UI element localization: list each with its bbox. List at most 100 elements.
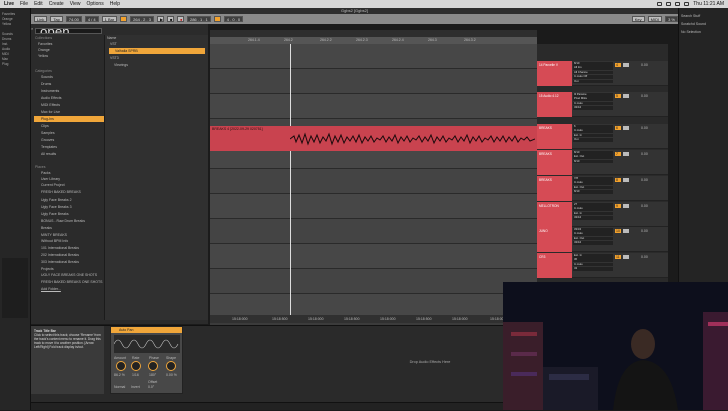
menu-help[interactable]: Help — [110, 1, 120, 7]
sidebar-item-instruments[interactable]: Instruments — [41, 89, 59, 93]
track-title[interactable]: 15 Audio 4.12 — [537, 92, 572, 117]
volume-value[interactable]: 0.00 — [641, 204, 648, 208]
track-header[interactable]: JUNO 33/34 In Auto Ext. Out 43/44 10 0.0… — [537, 227, 668, 252]
loop-length-field[interactable]: 4 . 0 . 0 — [223, 16, 244, 22]
add-folder-link[interactable]: Add Folder... — [41, 287, 61, 291]
sidebar-item-orange[interactable]: Orange — [38, 48, 50, 52]
io-field[interactable]: 8/10 — [573, 159, 613, 164]
io-field[interactable]: Ext. In — [573, 253, 613, 258]
sidebar-item-grooves[interactable]: Grooves — [41, 138, 54, 142]
sidebar-item-place[interactable]: 101 International Breaks — [41, 246, 79, 250]
play-button[interactable]: ▶ — [156, 16, 164, 22]
midi-map-button[interactable]: MIDI — [647, 16, 663, 22]
volume-value[interactable]: 0.00 — [641, 255, 648, 259]
link-button[interactable]: Link — [34, 16, 48, 22]
io-field[interactable]: 43/44 — [573, 216, 613, 220]
sidebar-item-place[interactable]: Ugly Face Breaks — [41, 212, 69, 216]
track-lane[interactable] — [210, 44, 537, 69]
volume-value[interactable]: 0.00 — [641, 229, 648, 233]
sidebar-item-plugins[interactable]: Plug-Ins — [34, 116, 104, 122]
sidebar-item-max-for-live[interactable]: Max for Live — [41, 110, 60, 114]
track-title[interactable]: JUNO — [537, 227, 572, 252]
menu-app[interactable]: Live — [4, 1, 14, 7]
list-item[interactable]: Inst. — [2, 42, 8, 46]
record-button[interactable]: ● — [176, 16, 184, 22]
sidebar-item-place[interactable]: Packs — [41, 171, 51, 175]
search-input[interactable] — [35, 28, 102, 34]
sidebar-item-place[interactable]: MINTY BREAKS — [41, 233, 67, 237]
tap-button[interactable]: Tap — [50, 16, 63, 22]
menu-view[interactable]: View — [70, 1, 81, 7]
sidebar-item-place[interactable]: FRESH BAKED BREAKS ONE SHOTS — [41, 280, 102, 284]
solo-button[interactable] — [623, 152, 629, 156]
sidebar-item-place[interactable]: Ugly Face Breaks 3 — [41, 205, 72, 209]
sidebar-item-clips[interactable]: Clips — [41, 124, 49, 128]
position-field[interactable]: 264 . 2 . 3 — [130, 16, 154, 22]
io-field[interactable]: In Auto — [573, 262, 613, 267]
list-item[interactable]: Sounds — [2, 32, 13, 36]
sidebar-item-favorites[interactable]: Favorites — [38, 42, 52, 46]
track-lane[interactable] — [210, 94, 537, 119]
track-header[interactable]: BREAKS 8/10 Ext. Out 8/10 7 0.00 — [537, 150, 668, 175]
list-item[interactable]: No Selection — [681, 30, 701, 34]
volume-value[interactable]: 0.00 — [641, 63, 648, 67]
sidebar-item-place[interactable]: UGLY FACE BREAKS ONE SHOTS — [41, 273, 97, 277]
sidebar-item-sounds[interactable]: Sounds — [41, 75, 53, 79]
device-title[interactable]: Auto Pan — [111, 327, 182, 333]
beat-ruler[interactable]: 264.1.4 264.2 264.2.2 264.2.3 264.2.4 26… — [210, 37, 537, 44]
list-item[interactable]: MIDI — [2, 52, 9, 56]
list-item[interactable]: Yellow — [2, 22, 11, 26]
arrangement-view[interactable] — [210, 30, 537, 325]
sidebar-item-place[interactable]: Without BPM Info — [41, 239, 68, 243]
sidebar-item-audio-effects[interactable]: Audio Effects — [41, 96, 62, 100]
track-header[interactable]: CR3 Ext. In 36 In Auto 43 11 0.00 — [537, 253, 668, 278]
param-value[interactable]: 1/16 — [132, 373, 139, 377]
track-lane[interactable] — [210, 219, 537, 244]
tempo-field[interactable]: 74.00 — [65, 16, 82, 22]
volume-value[interactable]: 0.00 — [641, 126, 648, 130]
menu-options[interactable]: Options — [86, 1, 103, 7]
mode-normal[interactable]: Normal — [114, 385, 125, 389]
solo-button[interactable] — [623, 126, 629, 130]
sidebar-item-place[interactable]: BONUS - Raw Drum Breaks — [41, 219, 85, 223]
device-auto-pan[interactable]: Auto Pan Amount Rate Phase Shape 86.2 % … — [110, 326, 183, 394]
solo-button[interactable] — [623, 255, 629, 259]
solo-button[interactable] — [623, 204, 629, 208]
sidebar-item-place[interactable]: User Library — [41, 177, 60, 181]
signature-field[interactable]: 4 / 4 — [84, 16, 99, 22]
menu-create[interactable]: Create — [49, 1, 64, 7]
io-field[interactable]: 43/44 — [573, 106, 613, 110]
audio-clip[interactable]: BREAKS 4 [2022-09-29 020751] — [210, 126, 537, 151]
sidebar-item-place[interactable]: 202 International Breaks — [41, 253, 79, 257]
shape-knob[interactable] — [166, 361, 176, 371]
param-value[interactable]: 0.00 % — [166, 373, 177, 377]
loop-start-field[interactable]: 286 . 1 . 1 — [186, 16, 211, 22]
io-field[interactable]: Out — [573, 138, 613, 142]
sidebar-item-place[interactable]: 303 International Breaks — [41, 260, 79, 264]
track-lane[interactable] — [210, 169, 537, 194]
track-title[interactable]: BREAKS — [537, 150, 572, 175]
track-title[interactable]: 14 Parcelle V — [537, 61, 572, 86]
solo-button[interactable] — [623, 178, 629, 182]
sidebar-item-place[interactable]: FRESH BAKED BREAKS — [41, 190, 81, 194]
menu-edit[interactable]: Edit — [34, 1, 43, 7]
playhead[interactable] — [290, 37, 291, 317]
track-lane[interactable] — [210, 69, 537, 94]
time-ruler[interactable]: 15:18:000 15:18:500 15:18:000 15:18:500 … — [210, 315, 537, 323]
sidebar-item-place[interactable]: Ugly Face Breaks 2 — [41, 198, 72, 202]
io-field[interactable]: 43/44 — [573, 241, 613, 245]
status-icon[interactable] — [657, 2, 663, 6]
list-item[interactable]: Vlewings — [114, 63, 128, 67]
track-lane[interactable] — [210, 194, 537, 219]
list-item[interactable]: Audio — [2, 47, 10, 51]
list-item[interactable]: Plug — [2, 62, 8, 66]
sidebar-item-all-results[interactable]: All results — [41, 152, 56, 156]
menu-file[interactable]: File — [20, 1, 28, 7]
list-item[interactable]: Max — [2, 57, 8, 61]
track-title[interactable]: MELLOTRON — [537, 202, 572, 227]
volume-value[interactable]: 0.00 — [641, 178, 648, 182]
sidebar-item-yellow[interactable]: Yellow — [38, 54, 48, 58]
follow-button[interactable] — [120, 16, 128, 22]
list-item[interactable]: Drums — [2, 37, 11, 41]
track-header[interactable]: BREAKS 7/8 In Auto Ext. Out 8/10 8 0.00 — [537, 176, 668, 201]
